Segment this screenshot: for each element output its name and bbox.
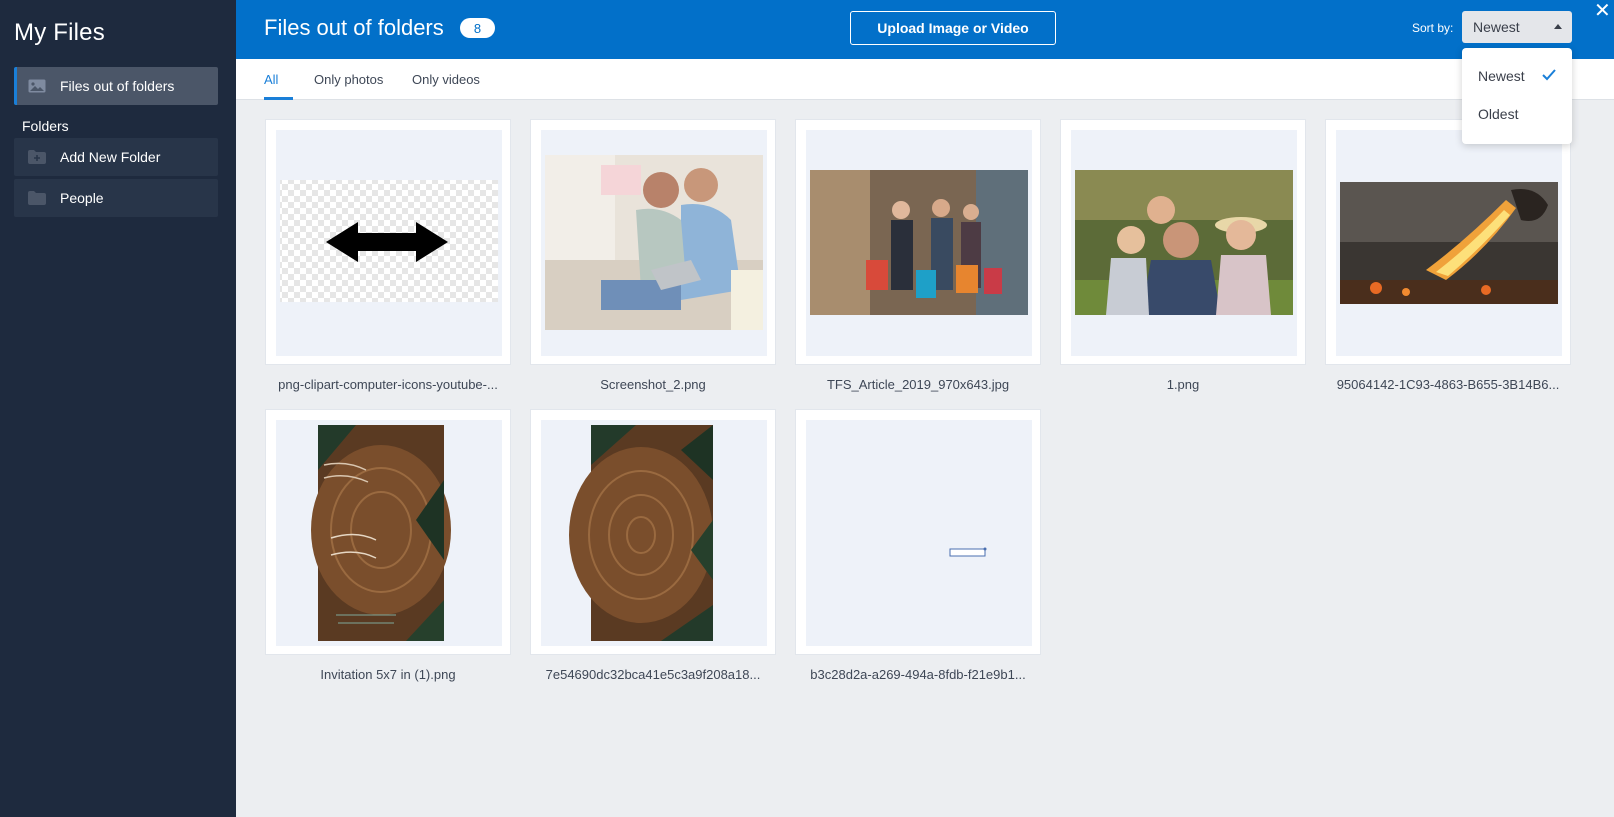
sort-option-oldest[interactable]: Oldest <box>1478 106 1518 122</box>
file-thumbnail <box>276 130 502 356</box>
upload-image-or-video-button[interactable]: Upload Image or Video <box>850 11 1056 45</box>
sidebar-item-files-out-of-folders[interactable]: Files out of folders <box>14 67 218 105</box>
folder-plus-icon <box>28 150 46 164</box>
sidebar-item-add-new-folder[interactable]: Add New Folder <box>14 138 218 176</box>
sidebar: My Files Files out of folders Folders Ad… <box>0 0 236 817</box>
file-card[interactable] <box>1325 119 1571 365</box>
fire-scene-image <box>1340 182 1558 304</box>
file-card[interactable] <box>1060 119 1306 365</box>
folder-icon <box>28 191 46 205</box>
sidebar-item-label: Add New Folder <box>60 149 161 165</box>
file-thumbnail <box>1071 130 1297 356</box>
couple-photo-image <box>545 155 763 330</box>
file-name: 7e54690dc32bca41e5c3a9f208a18... <box>545 667 761 682</box>
sidebar-item-label: Files out of folders <box>60 78 175 94</box>
file-card[interactable] <box>265 119 511 365</box>
checkmark-icon <box>1542 68 1556 86</box>
sort-option-newest[interactable]: Newest <box>1478 68 1525 84</box>
tab-all[interactable]: All <box>264 72 278 87</box>
double-arrow-image <box>280 180 498 302</box>
file-name: 1.png <box>1166 377 1200 392</box>
image-folder-icon <box>28 79 46 93</box>
sidebar-item-people[interactable]: People <box>14 179 218 217</box>
file-name: b3c28d2a-a269-494a-8fdb-f21e9b1... <box>810 667 1026 682</box>
file-name: TFS_Article_2019_970x643.jpg <box>826 377 1010 392</box>
sidebar-item-label: People <box>60 190 104 206</box>
sort-dropdown-menu: Newest Oldest <box>1462 48 1572 144</box>
close-icon[interactable]: ✕ <box>1594 0 1611 23</box>
sort-select[interactable]: Newest <box>1462 11 1572 43</box>
file-name: Invitation 5x7 in (1).png <box>320 667 456 682</box>
wood-texture-image <box>569 425 713 641</box>
caret-up-icon <box>1554 24 1562 29</box>
file-count-badge: 8 <box>460 18 495 38</box>
sort-label: Sort by: <box>1412 21 1454 35</box>
file-thumbnail <box>1336 130 1562 356</box>
small-graphic-image <box>949 547 987 557</box>
file-name: 95064142-1C93-4863-B655-3B14B6... <box>1336 377 1560 392</box>
page-title: Files out of folders <box>264 15 444 40</box>
file-card[interactable] <box>265 409 511 655</box>
tab-bar: All Only photos Only videos <box>236 59 1614 100</box>
family-photo-image <box>1075 170 1293 315</box>
file-name: Screenshot_2.png <box>600 377 706 392</box>
file-name: png-clipart-computer-icons-youtube-... <box>278 377 498 392</box>
file-card[interactable] <box>530 409 776 655</box>
file-thumbnail <box>276 420 502 646</box>
file-thumbnail <box>806 130 1032 356</box>
file-thumbnail <box>541 130 767 356</box>
invitation-image <box>311 425 451 641</box>
file-thumbnail <box>806 420 1032 646</box>
sort-select-value: Newest <box>1473 19 1520 35</box>
tab-only-videos[interactable]: Only videos <box>412 72 480 87</box>
folders-section-label: Folders <box>22 118 69 134</box>
shopping-photo-image <box>810 170 1028 315</box>
file-card[interactable] <box>795 409 1041 655</box>
tab-only-photos[interactable]: Only photos <box>314 72 383 87</box>
file-thumbnail <box>541 420 767 646</box>
sidebar-title: My Files <box>14 19 105 46</box>
active-tab-indicator <box>264 97 293 100</box>
file-card[interactable] <box>795 119 1041 365</box>
file-card[interactable] <box>530 119 776 365</box>
header-bar: Files out of folders 8 Upload Image or V… <box>236 0 1614 59</box>
